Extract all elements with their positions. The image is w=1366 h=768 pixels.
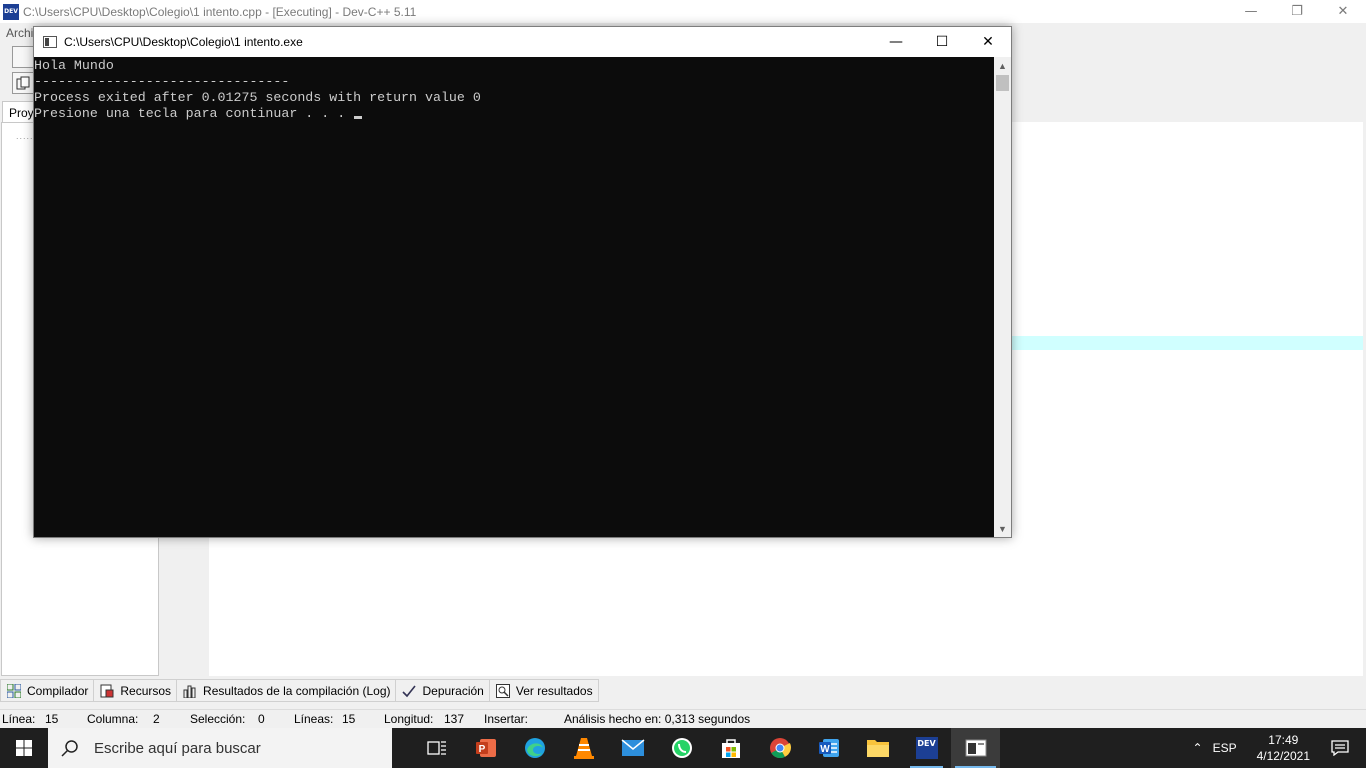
edge-icon xyxy=(524,738,545,758)
notification-button[interactable] xyxy=(1328,740,1352,756)
status-lineas-value: 15 xyxy=(342,712,356,726)
word-icon: W xyxy=(818,739,839,757)
current-line-highlight xyxy=(1011,336,1363,350)
mail-button[interactable] xyxy=(608,728,657,768)
vlc-button[interactable] xyxy=(559,728,608,768)
tab-log[interactable]: Resultados de la compilación (Log) xyxy=(176,679,397,702)
powerpoint-button[interactable]: P xyxy=(461,728,510,768)
windows-icon xyxy=(16,740,32,756)
task-view-button[interactable] xyxy=(412,728,461,768)
scroll-down-icon[interactable]: ▼ xyxy=(994,520,1011,537)
bottom-tabs: Compilador Recursos Resultados de la com… xyxy=(0,679,599,702)
file-explorer-icon xyxy=(866,740,889,757)
file-explorer-button[interactable] xyxy=(853,728,902,768)
chrome-icon xyxy=(769,738,791,759)
status-analisis: Análisis hecho en: 0,313 segundos xyxy=(564,712,751,726)
chevron-up-icon[interactable]: ⌃ xyxy=(1193,741,1203,755)
edge-button[interactable] xyxy=(510,728,559,768)
tab-label: Depuración xyxy=(422,683,484,698)
tab-label: Compilador xyxy=(27,683,89,698)
status-seleccion-value: 0 xyxy=(258,712,265,726)
console-scrollbar[interactable]: ▲ ▼ xyxy=(994,57,1011,537)
devcpp-icon: DEV xyxy=(915,737,938,759)
tab-recursos[interactable]: Recursos xyxy=(93,679,178,702)
word-button[interactable]: W xyxy=(804,728,853,768)
console-line: -------------------------------- xyxy=(34,74,290,89)
status-longitud-value: 137 xyxy=(444,712,465,726)
system-tray: ⌃ ESP 17:49 4/12/2021 xyxy=(1193,728,1366,768)
devcpp-window-title: C:\Users\CPU\Desktop\Colegio\1 intento.c… xyxy=(23,4,417,19)
vlc-icon xyxy=(573,738,594,759)
devcpp-taskbar-button[interactable]: DEV xyxy=(902,728,951,768)
console-line: Hola Mundo xyxy=(34,58,114,73)
clock[interactable]: 17:49 4/12/2021 xyxy=(1257,732,1310,764)
status-linea-label: Línea: xyxy=(2,712,36,726)
task-view-icon xyxy=(426,741,446,755)
svg-text:W: W xyxy=(820,744,830,755)
status-linea-value: 15 xyxy=(45,712,59,726)
scroll-up-icon[interactable]: ▲ xyxy=(994,57,1011,74)
close-icon[interactable]: ✕ xyxy=(965,27,1011,57)
notification-icon xyxy=(1331,740,1349,756)
console-window-title: C:\Users\CPU\Desktop\Colegio\1 intento.e… xyxy=(64,35,303,49)
store-button[interactable] xyxy=(706,728,755,768)
copy-icon xyxy=(16,76,30,90)
magnifier-icon xyxy=(495,683,511,699)
mail-icon xyxy=(621,739,644,756)
grid-icon xyxy=(6,683,22,699)
clock-date: 4/12/2021 xyxy=(1256,749,1310,763)
console-line: Presione una tecla para continuar . . . xyxy=(34,106,354,121)
tab-ver-resultados[interactable]: Ver resultados xyxy=(488,679,599,702)
search-input[interactable]: Escribe aquí para buscar xyxy=(48,728,392,768)
status-columna-value: 2 xyxy=(153,712,160,726)
start-button[interactable] xyxy=(0,728,48,768)
status-longitud-label: Longitud: xyxy=(384,712,434,726)
svg-text:P: P xyxy=(478,744,485,755)
minimize-icon[interactable]: — xyxy=(1228,0,1274,23)
tab-depuracion[interactable]: Depuración xyxy=(395,679,490,702)
console-app-icon xyxy=(43,36,57,48)
scroll-thumb[interactable] xyxy=(996,75,1009,91)
powerpoint-icon: P xyxy=(475,739,496,757)
status-columna-label: Columna: xyxy=(87,712,139,726)
tab-label: Resultados de la compilación (Log) xyxy=(203,683,391,698)
menu-archivo[interactable]: Archi xyxy=(6,26,33,40)
status-seleccion-label: Selección: xyxy=(190,712,246,726)
resources-icon xyxy=(99,683,115,699)
tab-label: Ver resultados xyxy=(515,683,593,698)
search-placeholder: Escribe aquí para buscar xyxy=(94,739,261,757)
toolbar-button[interactable] xyxy=(12,72,34,94)
search-icon xyxy=(60,738,80,758)
language-indicator[interactable]: ESP xyxy=(1213,741,1237,755)
devcpp-title-bar: DEV C:\Users\CPU\Desktop\Colegio\1 inten… xyxy=(0,0,1366,23)
devcpp-icon-label: DEV xyxy=(917,739,936,748)
checkmark-icon xyxy=(401,683,417,699)
whatsapp-button[interactable] xyxy=(657,728,706,768)
devcpp-app-icon: DEV xyxy=(3,3,19,20)
status-insertar-label: Insertar: xyxy=(484,712,529,726)
console-icon xyxy=(965,739,986,757)
new-file-button[interactable] xyxy=(12,46,34,68)
tab-label: Recursos xyxy=(120,683,172,698)
tab-compilador[interactable]: Compilador xyxy=(0,679,95,702)
console-prompt-line: Presione una tecla para continuar . . . xyxy=(34,106,994,122)
console-line: Process exited after 0.01275 seconds wit… xyxy=(34,90,481,105)
console-taskbar-button[interactable] xyxy=(951,728,1000,768)
status-lineas-label: Líneas: xyxy=(294,712,334,726)
console-window[interactable]: C:\Users\CPU\Desktop\Colegio\1 intento.e… xyxy=(33,26,1012,538)
text-cursor xyxy=(354,116,363,119)
console-output[interactable]: Hola Mundo ------------------------------… xyxy=(34,57,994,537)
restore-icon[interactable]: ❐ xyxy=(1274,0,1320,23)
taskbar: Escribe aquí para buscar P W DEV ⌃ ESP 1… xyxy=(0,728,1366,768)
store-icon xyxy=(721,739,740,758)
minimize-icon[interactable]: — xyxy=(873,27,919,57)
close-icon[interactable]: ✕ xyxy=(1320,0,1366,23)
chrome-button[interactable] xyxy=(755,728,804,768)
console-title-bar[interactable]: C:\Users\CPU\Desktop\Colegio\1 intento.e… xyxy=(34,27,1011,57)
status-bar: Línea: 15 Columna: 2 Selección: 0 Líneas… xyxy=(0,709,1366,728)
whatsapp-icon xyxy=(671,738,692,758)
clock-time: 17:49 xyxy=(1268,733,1299,747)
bar-chart-icon xyxy=(182,683,198,699)
maximize-icon[interactable]: ☐ xyxy=(919,27,965,57)
